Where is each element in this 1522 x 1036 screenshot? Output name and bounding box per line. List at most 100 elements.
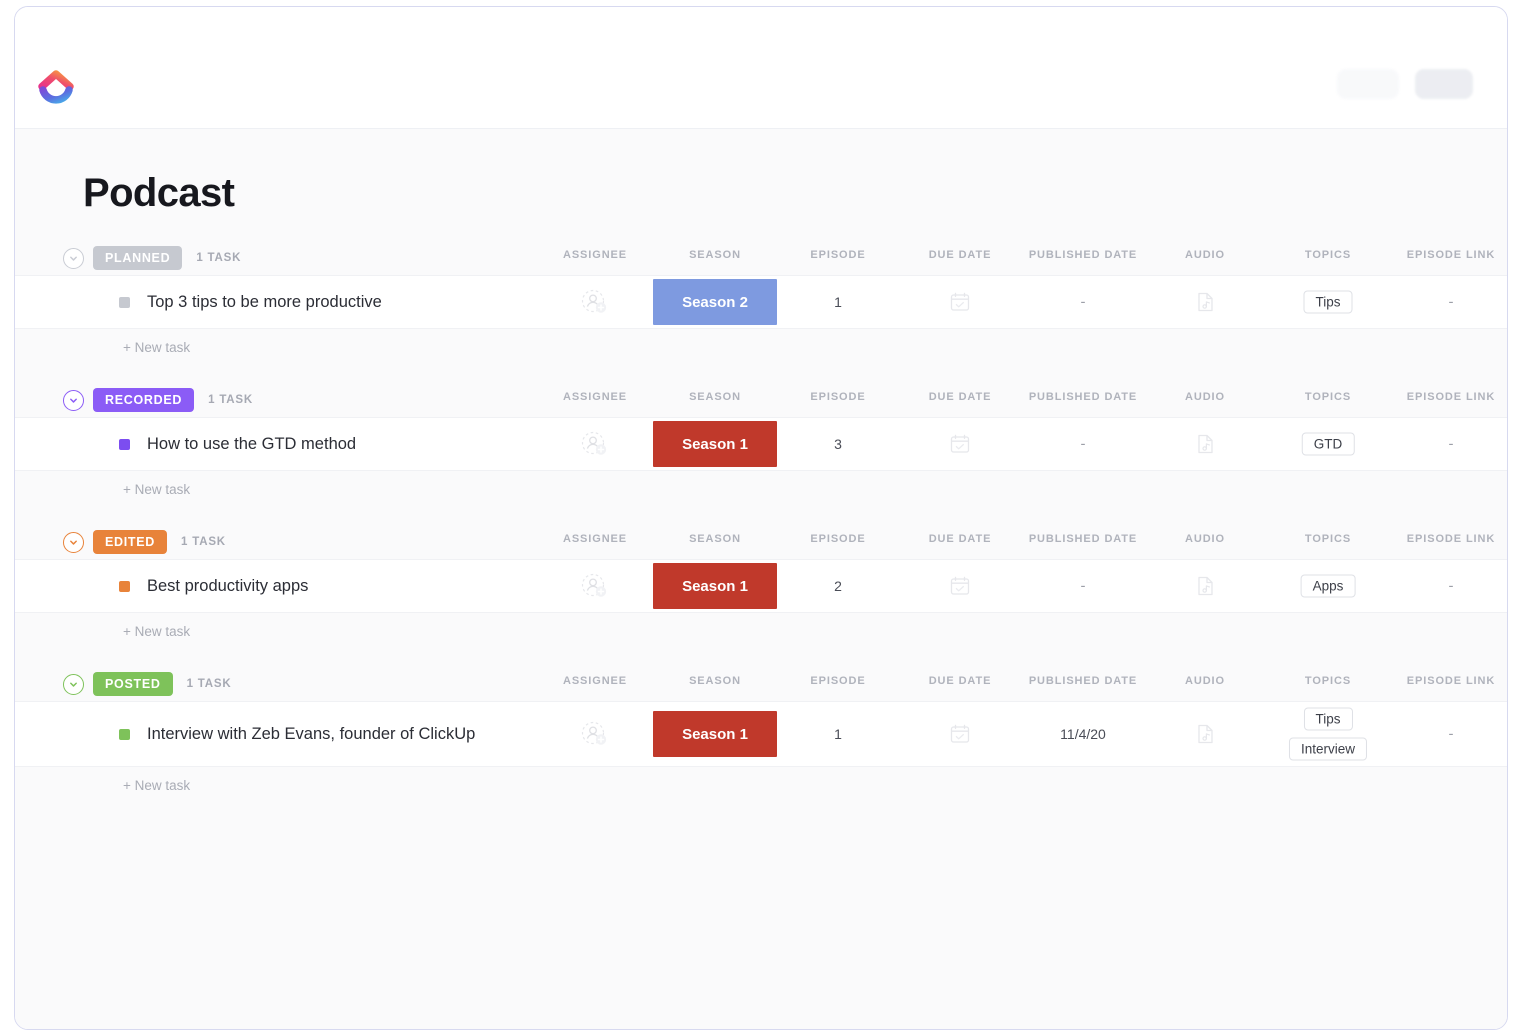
new-task-button[interactable]: + New task — [15, 767, 1507, 803]
header-ghost-action-2[interactable] — [1415, 69, 1473, 99]
column-header-episode[interactable]: EPISODE — [810, 391, 865, 403]
episode-cell[interactable]: 1 — [834, 726, 842, 742]
season-cell[interactable]: Season 2 — [653, 275, 777, 329]
task-name[interactable]: Best productivity apps — [147, 574, 477, 599]
column-header-season[interactable]: SEASON — [689, 533, 741, 545]
column-header-published_date[interactable]: PUBLISHED DATE — [1029, 533, 1137, 545]
column-header-assignee[interactable]: ASSIGNEE — [563, 675, 627, 687]
column-header-due_date[interactable]: DUE DATE — [929, 533, 992, 545]
audio-file-icon[interactable] — [1193, 432, 1217, 456]
column-header-published_date[interactable]: PUBLISHED DATE — [1029, 249, 1137, 261]
new-task-button[interactable]: + New task — [15, 471, 1507, 507]
column-header-episode_link[interactable]: EPISODE LINK — [1407, 533, 1495, 545]
new-task-button[interactable]: + New task — [15, 613, 1507, 649]
status-badge[interactable]: RECORDED — [93, 388, 195, 412]
topics-cell[interactable]: Apps — [1300, 573, 1356, 600]
column-header-topics[interactable]: TOPICS — [1305, 533, 1351, 545]
season-chip[interactable]: Season 2 — [653, 279, 777, 325]
calendar-icon[interactable] — [949, 433, 971, 455]
task-status-bullet[interactable] — [119, 296, 130, 308]
table-row[interactable]: Best productivity apps Season 1 2 - Apps - — [15, 559, 1507, 613]
task-name[interactable]: Top 3 tips to be more productive — [147, 290, 477, 315]
season-cell[interactable]: Season 1 — [653, 559, 777, 613]
published-date-cell[interactable]: - — [1081, 436, 1086, 453]
published-date-cell[interactable]: 11/4/20 — [1060, 726, 1106, 742]
topics-cell[interactable]: Tips — [1303, 289, 1353, 316]
topic-tag[interactable]: Interview — [1288, 737, 1368, 761]
topics-cell-wrap[interactable]: Apps — [1300, 573, 1356, 600]
status-badge[interactable]: PLANNED — [93, 246, 183, 270]
calendar-icon[interactable] — [949, 723, 971, 745]
assignee-add-icon[interactable] — [580, 719, 610, 749]
topic-tag[interactable]: Apps — [1300, 574, 1356, 598]
chevron-circle-icon[interactable] — [63, 247, 84, 269]
column-header-episode[interactable]: EPISODE — [810, 249, 865, 261]
column-header-published_date[interactable]: PUBLISHED DATE — [1029, 391, 1137, 403]
topics-cell-wrap[interactable]: GTD — [1301, 431, 1355, 458]
episode-cell[interactable]: 2 — [834, 578, 842, 594]
topic-tag[interactable]: Tips — [1303, 707, 1353, 731]
audio-file-icon[interactable] — [1193, 722, 1217, 746]
column-header-episode_link[interactable]: EPISODE LINK — [1407, 249, 1495, 261]
task-status-bullet[interactable] — [119, 580, 130, 592]
chevron-circle-icon[interactable] — [63, 389, 84, 411]
column-header-audio[interactable]: AUDIO — [1185, 675, 1225, 687]
audio-file-icon[interactable] — [1193, 574, 1217, 598]
column-header-topics[interactable]: TOPICS — [1305, 675, 1351, 687]
table-row[interactable]: How to use the GTD method Season 1 3 - GT… — [15, 417, 1507, 471]
column-header-topics[interactable]: TOPICS — [1305, 249, 1351, 261]
column-header-season[interactable]: SEASON — [689, 249, 741, 261]
topic-tag[interactable]: GTD — [1301, 432, 1355, 456]
status-badge[interactable]: EDITED — [93, 530, 168, 554]
season-cell[interactable]: Season 1 — [653, 701, 777, 767]
column-header-audio[interactable]: AUDIO — [1185, 533, 1225, 545]
column-header-season[interactable]: SEASON — [689, 391, 741, 403]
table-row[interactable]: Interview with Zeb Evans, founder of Cli… — [15, 701, 1507, 767]
column-header-audio[interactable]: AUDIO — [1185, 249, 1225, 261]
assignee-add-icon[interactable] — [580, 429, 610, 459]
column-header-published_date[interactable]: PUBLISHED DATE — [1029, 675, 1137, 687]
season-chip[interactable]: Season 1 — [653, 421, 777, 467]
column-header-due_date[interactable]: DUE DATE — [929, 391, 992, 403]
episode-link-cell[interactable]: - — [1449, 578, 1454, 595]
audio-file-icon[interactable] — [1193, 290, 1217, 314]
topics-cell[interactable]: Tips Interview — [1288, 706, 1368, 763]
episode-cell[interactable]: 3 — [834, 436, 842, 452]
column-header-episode_link[interactable]: EPISODE LINK — [1407, 391, 1495, 403]
task-status-bullet[interactable] — [119, 728, 130, 740]
task-name[interactable]: Interview with Zeb Evans, founder of Cli… — [147, 722, 477, 747]
topics-cell[interactable]: GTD — [1301, 431, 1355, 458]
table-row[interactable]: Top 3 tips to be more productive Season … — [15, 275, 1507, 329]
column-header-season[interactable]: SEASON — [689, 675, 741, 687]
assignee-add-icon[interactable] — [580, 571, 610, 601]
header-ghost-action-1[interactable] — [1337, 69, 1399, 99]
column-header-episode[interactable]: EPISODE — [810, 533, 865, 545]
episode-link-cell[interactable]: - — [1449, 294, 1454, 311]
published-date-cell[interactable]: - — [1081, 294, 1086, 311]
chevron-circle-icon[interactable] — [63, 673, 84, 695]
season-chip[interactable]: Season 1 — [653, 563, 777, 609]
column-header-assignee[interactable]: ASSIGNEE — [563, 533, 627, 545]
column-header-due_date[interactable]: DUE DATE — [929, 675, 992, 687]
column-header-audio[interactable]: AUDIO — [1185, 391, 1225, 403]
new-task-button[interactable]: + New task — [15, 329, 1507, 365]
status-badge[interactable]: POSTED — [93, 672, 173, 696]
published-date-cell[interactable]: - — [1081, 578, 1086, 595]
season-cell[interactable]: Season 1 — [653, 417, 777, 471]
column-header-topics[interactable]: TOPICS — [1305, 391, 1351, 403]
calendar-icon[interactable] — [949, 291, 971, 313]
topics-cell-wrap[interactable]: Tips Interview — [1288, 706, 1368, 763]
topic-tag[interactable]: Tips — [1303, 290, 1353, 314]
calendar-icon[interactable] — [949, 575, 971, 597]
topics-cell-wrap[interactable]: Tips — [1303, 289, 1353, 316]
column-header-assignee[interactable]: ASSIGNEE — [563, 249, 627, 261]
column-header-episode[interactable]: EPISODE — [810, 675, 865, 687]
task-status-bullet[interactable] — [119, 438, 130, 450]
column-header-assignee[interactable]: ASSIGNEE — [563, 391, 627, 403]
episode-cell[interactable]: 1 — [834, 294, 842, 310]
task-name[interactable]: How to use the GTD method — [147, 432, 477, 457]
clickup-logo-icon[interactable] — [33, 63, 79, 109]
season-chip[interactable]: Season 1 — [653, 711, 777, 757]
chevron-circle-icon[interactable] — [63, 531, 84, 553]
column-header-due_date[interactable]: DUE DATE — [929, 249, 992, 261]
